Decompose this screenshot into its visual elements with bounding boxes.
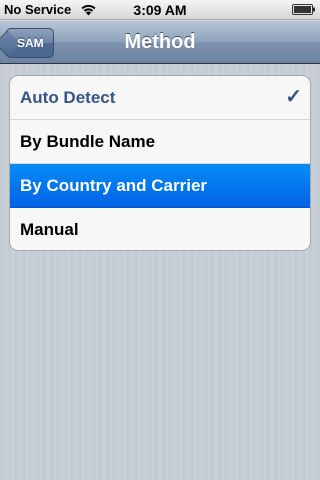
list-item-label: By Country and Carrier [20,176,208,195]
list-item-label: Auto Detect [20,88,116,107]
list-item-label: Manual [20,220,79,239]
page-title: Method [124,31,196,53]
navigation-bar: SAM Method [0,20,320,64]
status-bar: No Service 3:09 AM [0,0,320,20]
battery-icon [292,4,315,15]
list-item-by-bundle-name[interactable]: By Bundle Name [10,120,310,164]
method-list: Auto Detect ✓ By Bundle Name By Country … [9,75,311,251]
list-item-by-country-and-carrier[interactable]: By Country and Carrier [10,164,310,208]
list-item-auto-detect[interactable]: Auto Detect ✓ [10,76,310,120]
list-item-manual[interactable]: Manual [10,208,310,250]
clock-time: 3:09 AM [133,2,187,18]
checkmark-icon: ✓ [285,86,302,108]
list-item-label: By Bundle Name [20,132,156,151]
